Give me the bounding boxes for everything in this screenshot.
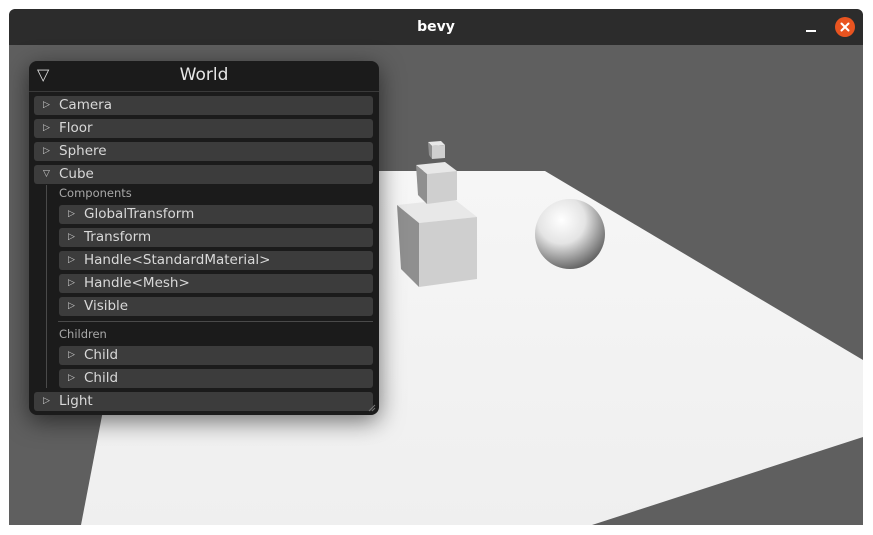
close-button[interactable] [835,17,855,37]
triangle-right-icon: ▷ [68,232,75,242]
triangle-down-icon: ▽ [43,169,50,179]
triangle-right-icon: ▷ [68,278,75,288]
triangle-right-icon: ▷ [43,396,50,406]
triangle-right-icon: ▷ [43,146,50,156]
component-row[interactable]: ▷ Handle<Mesh> [59,274,373,293]
children-label: Children [59,327,107,341]
component-row[interactable]: ▷ Handle<StandardMaterial> [59,251,373,270]
window-title: bevy [417,19,455,35]
sphere [535,199,605,269]
triangle-right-icon: ▷ [68,255,75,265]
component-row[interactable]: ▷ Transform [59,228,373,247]
tree-indent-line [46,185,47,388]
close-icon [840,22,850,32]
entity-label: Light [59,393,93,409]
title-bar[interactable]: bevy [9,9,863,45]
entity-label: Floor [59,120,93,136]
component-label: GlobalTransform [84,206,195,222]
triangle-right-icon: ▷ [68,350,75,360]
component-label: Visible [84,298,129,314]
triangle-right-icon: ▷ [68,373,75,383]
triangle-right-icon: ▷ [68,209,75,219]
inspector-header: ▽ World [29,61,379,92]
child-label: Child [84,347,119,363]
triangle-right-icon: ▷ [68,301,75,311]
child-row[interactable]: ▷ Child [59,369,373,388]
component-label: Handle<StandardMaterial> [84,252,271,268]
minimize-button[interactable] [801,17,821,37]
component-label: Handle<Mesh> [84,275,190,291]
entity-label: Sphere [59,143,107,159]
entity-light[interactable]: ▷ Light [34,392,373,411]
entity-cube[interactable]: ▽ Cube [34,165,373,184]
entity-sphere[interactable]: ▷ Sphere [34,142,373,161]
bevy-window: bevy ▽ World ▷ Camera ▷ Floor ▷ Sphere ▽… [9,9,863,525]
entity-label: Camera [59,97,112,113]
child-label: Child [84,370,119,386]
entity-floor[interactable]: ▷ Floor [34,119,373,138]
component-row[interactable]: ▷ GlobalTransform [59,205,373,224]
component-label: Transform [84,229,152,245]
entity-camera[interactable]: ▷ Camera [34,96,373,115]
entity-label: Cube [59,166,94,182]
components-label: Components [59,186,132,200]
triangle-right-icon: ▷ [43,100,50,110]
resize-grip-icon[interactable] [368,404,376,412]
section-divider [58,321,373,322]
child-row[interactable]: ▷ Child [59,346,373,365]
world-inspector-panel[interactable]: ▽ World ▷ Camera ▷ Floor ▷ Sphere ▽ Cube… [29,61,379,415]
component-row[interactable]: ▷ Visible [59,297,373,316]
inspector-title: World [179,65,229,85]
triangle-right-icon: ▷ [43,123,50,133]
